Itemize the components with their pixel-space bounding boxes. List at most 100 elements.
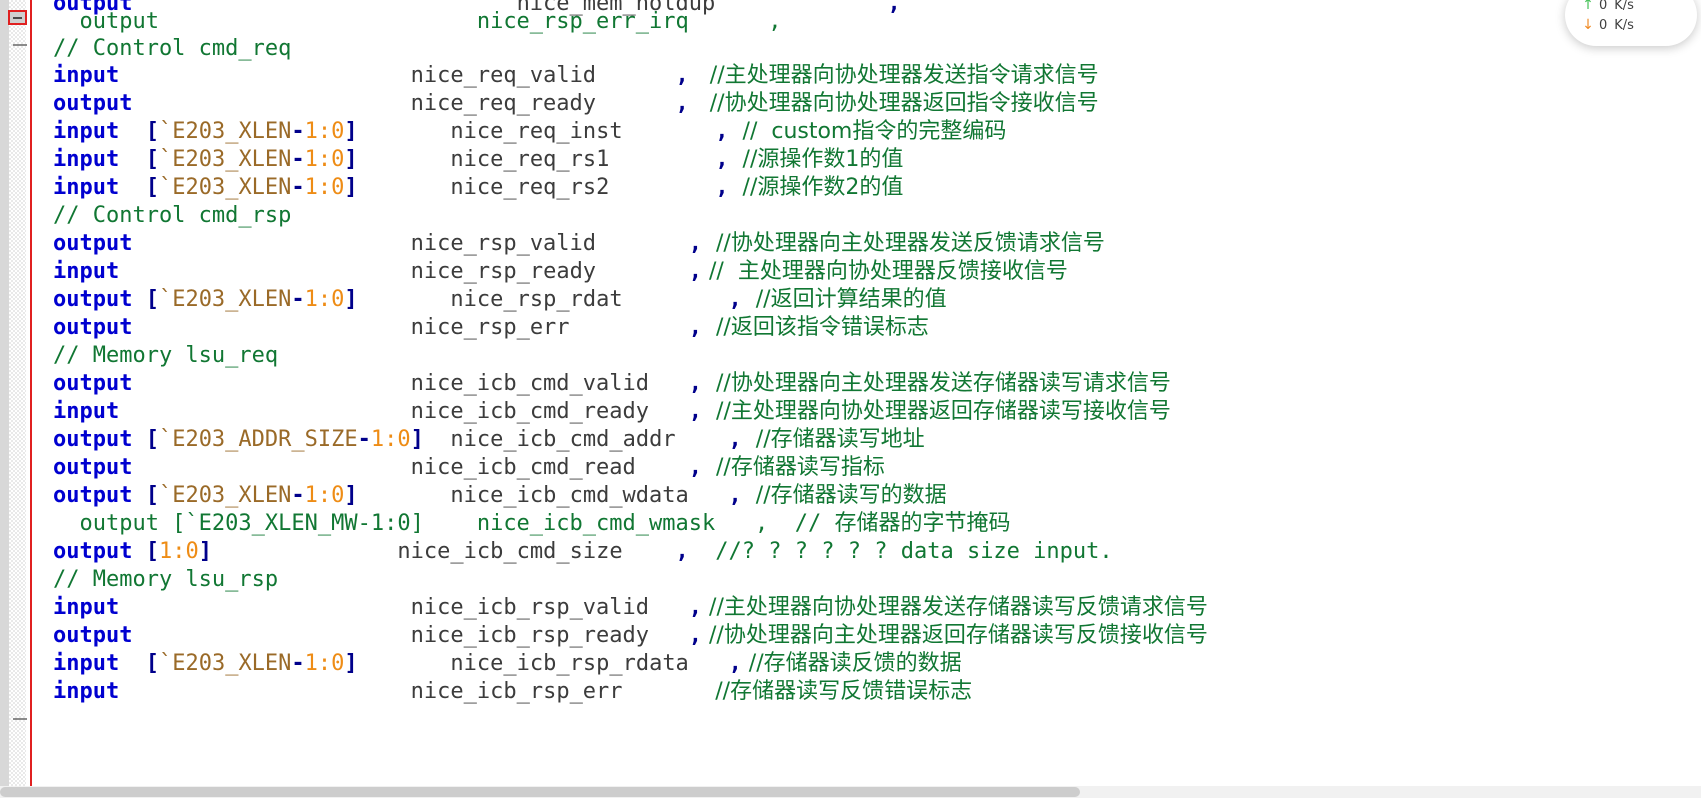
code-token-ident: nice_rsp_valid bbox=[410, 231, 597, 256]
code-line[interactable]: output [`E203_XLEN-1:0] nice_rsp_rdat , … bbox=[0, 286, 947, 314]
code-token-ident: nice_icb_rsp_err bbox=[410, 679, 623, 704]
code-token-punct: , bbox=[728, 427, 742, 452]
download-speed-value: 0 bbox=[1599, 17, 1608, 33]
code-token-punct: - bbox=[291, 287, 305, 312]
code-token-num: 1:0 bbox=[304, 483, 345, 508]
code-line[interactable]: output [`E203_ADDR_SIZE-1:0] nice_icb_cm… bbox=[0, 426, 925, 454]
code-token-macro: `E203_XLEN bbox=[158, 175, 292, 200]
code-token-comment-cn: //源操作数1的值 bbox=[728, 147, 904, 172]
fold-collapse-icon[interactable] bbox=[8, 10, 27, 25]
gutter-outer-strip bbox=[0, 0, 9, 798]
code-token-punct: [ bbox=[145, 483, 159, 508]
code-token-punct: , bbox=[715, 119, 729, 144]
code-token-comment: // Memory lsu_rsp bbox=[0, 567, 279, 592]
code-surface[interactable]: output nice_mem_holdup ,// output nice_r… bbox=[0, 0, 1701, 798]
code-line[interactable]: output nice_rsp_err , //返回该指令错误标志 bbox=[0, 314, 929, 342]
download-speed-row: ↓ 0 K/s bbox=[1581, 15, 1634, 35]
code-token-comment-cn: //源操作数2的值 bbox=[728, 175, 904, 200]
code-line[interactable]: output [1:0] nice_icb_cmd_size , //? ? ?… bbox=[0, 538, 1113, 566]
code-token-punct: , bbox=[728, 287, 742, 312]
code-line[interactable]: output nice_req_ready , //协处理器向协处理器返回指令接… bbox=[0, 90, 1099, 118]
code-token-ident: nice_icb_cmd_read bbox=[410, 455, 636, 480]
code-token-ident: nice_req_ready bbox=[410, 91, 597, 116]
code-token-punct: ] bbox=[344, 119, 358, 144]
code-token-punct: - bbox=[291, 175, 305, 200]
code-token-comment-cn: //存储器读反馈的数据 bbox=[741, 651, 962, 676]
code-token-comment: // Control cmd_rsp bbox=[0, 203, 292, 228]
code-token-punct: - bbox=[291, 483, 305, 508]
code-token-comment-cn: //协处理器向主处理器发送反馈请求信号 bbox=[702, 231, 1105, 256]
code-line[interactable]: input nice_req_valid , //主处理器向协处理器发送指令请求… bbox=[0, 62, 1099, 90]
arrow-up-icon: ↑ bbox=[1582, 0, 1594, 13]
code-line[interactable]: input [`E203_XLEN-1:0] nice_req_rs2 , //… bbox=[0, 174, 903, 202]
code-token-comment-cn: //存储器读写的数据 bbox=[741, 483, 947, 508]
code-token-ident: nice_icb_cmd_size bbox=[397, 539, 623, 564]
code-token-num: 1:0 bbox=[304, 119, 345, 144]
code-token-punct: , bbox=[715, 147, 729, 172]
code-token-punct: [ bbox=[145, 651, 159, 676]
code-token-comment-cn: //存储器读写指标 bbox=[702, 455, 885, 480]
code-line[interactable]: // Memory lsu_req bbox=[0, 342, 278, 370]
code-line[interactable]: // output nice_rsp_err_irq , bbox=[0, 8, 781, 36]
code-line[interactable]: input [`E203_XLEN-1:0] nice_icb_rsp_rdat… bbox=[0, 650, 962, 678]
code-line[interactable]: // output [`E203_XLEN_MW-1:0] nice_icb_c… bbox=[0, 510, 1010, 538]
code-token-punct: ] bbox=[344, 483, 358, 508]
code-line[interactable]: output nice_rsp_valid , //协处理器向主处理器发送反馈请… bbox=[0, 230, 1105, 258]
code-line[interactable]: output nice_icb_rsp_ready , //协处理器向主处理器返… bbox=[0, 622, 1208, 650]
horizontal-scrollbar[interactable] bbox=[0, 786, 1701, 798]
code-token-comment-cn: //协处理器向主处理器发送存储器读写请求信号 bbox=[702, 371, 1171, 396]
upload-speed-row: ↑ 0 K/s bbox=[1581, 0, 1634, 15]
code-token-punct: [ bbox=[145, 287, 159, 312]
code-line[interactable]: // Control cmd_rsp bbox=[0, 202, 291, 230]
code-line[interactable]: // Control cmd_req bbox=[0, 35, 291, 63]
code-token-punct: [ bbox=[145, 147, 159, 172]
download-speed-unit: K/s bbox=[1614, 17, 1634, 33]
code-line[interactable]: // Memory lsu_rsp bbox=[0, 566, 278, 594]
gutter-fold-track[interactable] bbox=[9, 0, 26, 798]
code-token-comment-cn: //主处理器向协处理器返回存储器读写接收信号 bbox=[702, 399, 1171, 424]
code-token-ident: nice_icb_cmd_addr bbox=[450, 427, 676, 452]
code-line[interactable]: input [`E203_XLEN-1:0] nice_req_inst , /… bbox=[0, 118, 1006, 146]
code-line[interactable]: input [`E203_XLEN-1:0] nice_req_rs1 , //… bbox=[0, 146, 903, 174]
code-token-num: 1:0 bbox=[304, 651, 345, 676]
code-token-ident: nice_rsp_ready bbox=[410, 259, 597, 284]
code-line[interactable]: output nice_icb_cmd_read , //存储器读写指标 bbox=[0, 454, 885, 482]
horizontal-scrollbar-thumb[interactable] bbox=[0, 787, 1080, 797]
code-token-punct: , bbox=[715, 175, 729, 200]
code-line[interactable]: input nice_icb_rsp_err //存储器读写反馈错误标志 bbox=[0, 678, 972, 706]
network-speed-widget[interactable]: ↑ 0 K/s ↓ 0 K/s bbox=[1565, 0, 1697, 46]
code-token-punct: , bbox=[675, 539, 689, 564]
code-token-ident: nice_icb_rsp_rdata bbox=[450, 651, 689, 676]
code-token-macro: `E203_XLEN bbox=[158, 651, 292, 676]
code-token-punct: - bbox=[291, 147, 305, 172]
code-line[interactable]: input nice_icb_rsp_valid , //主处理器向协处理器发送… bbox=[0, 594, 1208, 622]
code-line[interactable]: output nice_icb_cmd_valid , //协处理器向主处理器发… bbox=[0, 370, 1171, 398]
code-token-punct: , bbox=[688, 623, 703, 648]
code-line[interactable]: output [`E203_XLEN-1:0] nice_icb_cmd_wda… bbox=[0, 482, 947, 510]
code-token-punct: ] bbox=[344, 147, 358, 172]
code-token-ident: nice_icb_rsp_ready bbox=[410, 623, 650, 648]
change-indicator-bar bbox=[30, 0, 32, 798]
code-line[interactable]: input nice_rsp_ready , // 主处理器向协处理器反馈接收信… bbox=[0, 258, 1068, 286]
code-line[interactable]: input nice_icb_cmd_ready , //主处理器向协处理器返回… bbox=[0, 398, 1171, 426]
